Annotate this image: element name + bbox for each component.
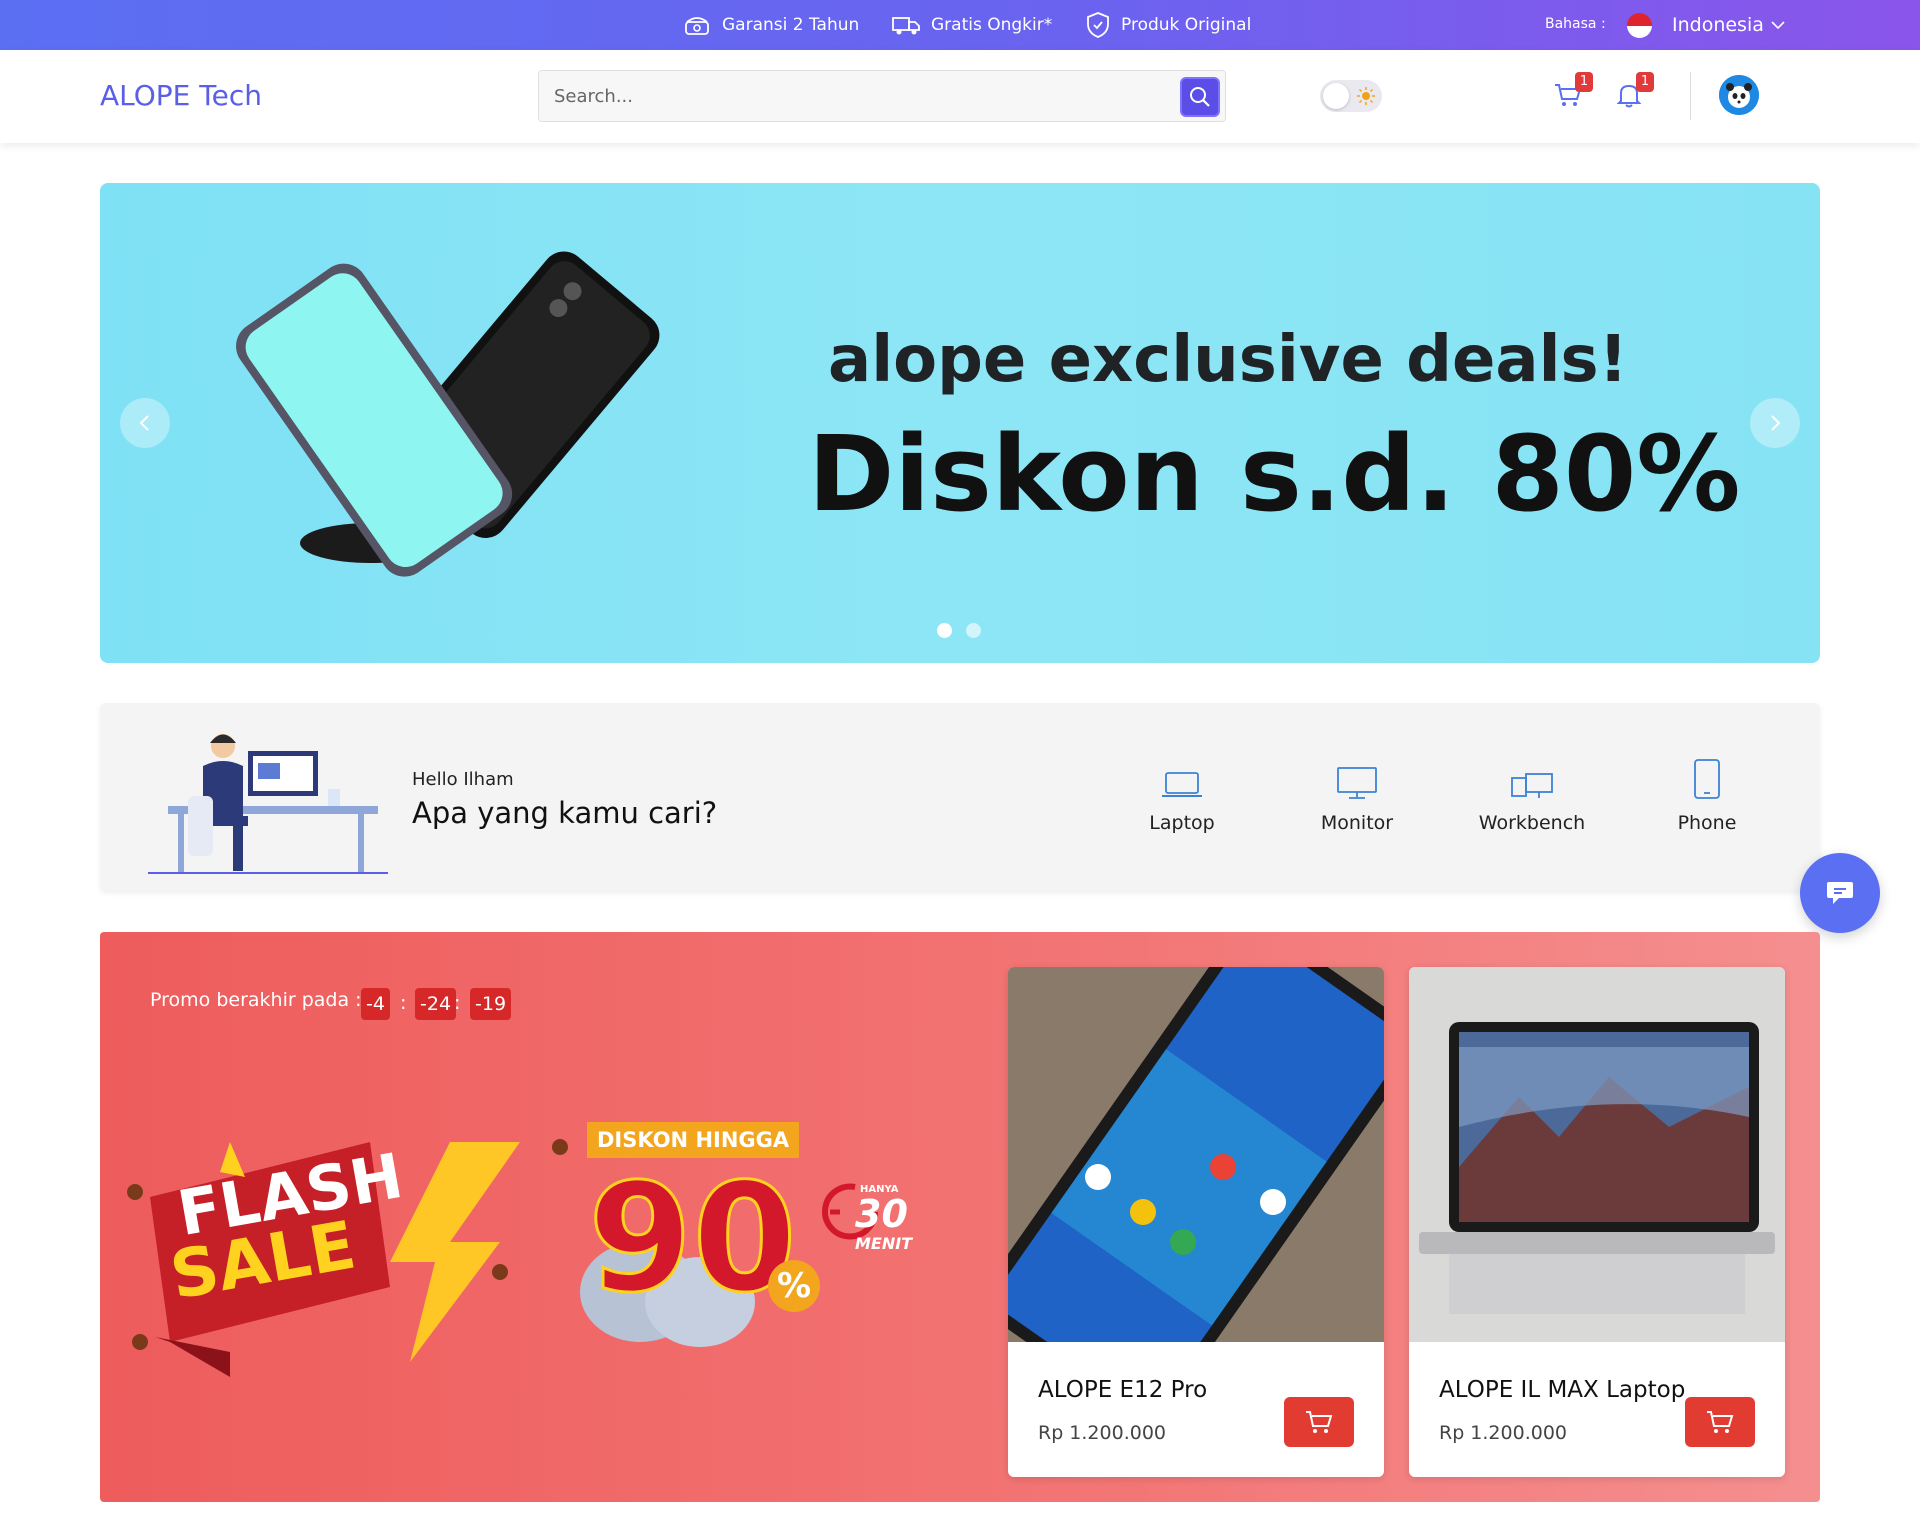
- language-selector[interactable]: Indonesia: [1672, 14, 1764, 36]
- indonesia-flag-icon: [1627, 13, 1652, 38]
- chevron-down-icon[interactable]: [1770, 17, 1786, 33]
- notification-badge: 1: [1636, 72, 1654, 92]
- category-workbench[interactable]: Workbench: [1462, 758, 1602, 834]
- feature-shipping: Gratis Ongkir*: [891, 0, 1052, 50]
- greeting-text: Hello Ilham: [412, 769, 514, 790]
- workbench-icon: [1511, 773, 1553, 798]
- promo-end-label: Promo berakhir pada :: [150, 989, 362, 1011]
- search-button[interactable]: [1180, 77, 1220, 117]
- countdown-separator: :: [454, 992, 461, 1014]
- cart-icon: [1707, 1411, 1734, 1433]
- category-label: Monitor: [1320, 812, 1394, 834]
- category-label: Workbench: [1478, 812, 1586, 834]
- feature-warranty-label: Garansi 2 Tahun: [722, 15, 860, 35]
- laptop-photo: [1409, 967, 1785, 1342]
- search-icon: [1190, 87, 1210, 107]
- chevron-left-icon: [139, 415, 149, 431]
- discount-percent: %: [776, 1266, 812, 1306]
- phone-icon: [1694, 759, 1720, 799]
- product-price: Rp 1.200.000: [1038, 1422, 1166, 1444]
- banner-prev-button[interactable]: [120, 398, 170, 448]
- discount-value: 90: [587, 1151, 799, 1328]
- toggle-knob: [1323, 83, 1349, 109]
- countdown-hours: -4: [361, 988, 390, 1020]
- warranty-icon: [685, 17, 709, 35]
- cart-badge: 1: [1575, 72, 1593, 92]
- laptop-icon: [1162, 772, 1202, 797]
- panda-avatar-icon: [1719, 75, 1759, 115]
- category-section: Hello Ilham Apa yang kamu cari? Laptop M…: [100, 703, 1820, 891]
- feature-warranty: Garansi 2 Tahun: [682, 0, 859, 50]
- product-image[interactable]: [1409, 967, 1785, 1342]
- category-phone[interactable]: Phone: [1637, 758, 1777, 834]
- smartphone-photo: [1008, 967, 1384, 1342]
- cart-icon: [1306, 1411, 1333, 1433]
- theme-toggle[interactable]: [1320, 80, 1382, 112]
- avatar[interactable]: [1719, 75, 1759, 115]
- banner-discount: Diskon s.d. 80%: [808, 413, 1741, 535]
- chat-button[interactable]: [1800, 853, 1880, 933]
- flash-sale-section: Promo berakhir pada : -4 : -24 : -19 FLA…: [100, 932, 1820, 1502]
- add-to-cart-button[interactable]: [1685, 1397, 1755, 1447]
- shield-icon: [1087, 12, 1109, 38]
- category-label: Phone: [1677, 812, 1737, 834]
- product-card[interactable]: ALOPE E12 Pro Rp 1.200.000: [1008, 967, 1384, 1477]
- banner-next-button[interactable]: [1750, 398, 1800, 448]
- feature-shipping-label: Gratis Ongkir*: [931, 15, 1053, 35]
- notification-button[interactable]: 1: [1614, 72, 1654, 114]
- carousel-indicators: [937, 623, 981, 638]
- chat-icon: [1827, 882, 1853, 904]
- category-label: Laptop: [1149, 812, 1215, 834]
- brand-logo[interactable]: ALOPE Tech: [100, 79, 262, 112]
- countdown-seconds: -19: [470, 988, 512, 1020]
- feature-original-label: Produk Original: [1121, 15, 1252, 35]
- countdown-minutes: -24: [415, 988, 457, 1020]
- cart-button[interactable]: 1: [1553, 72, 1593, 114]
- product-name[interactable]: ALOPE E12 Pro: [1038, 1377, 1207, 1403]
- feature-original: Produk Original: [1085, 0, 1251, 50]
- header: ALOPE Tech 1 1: [0, 50, 1920, 143]
- product-card[interactable]: ALOPE IL MAX Laptop Rp 1.200.000: [1409, 967, 1785, 1477]
- timer-unit: MENIT: [855, 1234, 913, 1253]
- banner-headline: alope exclusive deals!: [828, 323, 1628, 397]
- top-bar: Garansi 2 Tahun Gratis Ongkir* Produk Or…: [0, 0, 1920, 50]
- carousel-dot[interactable]: [966, 623, 981, 638]
- timer-value: 30: [855, 1192, 908, 1236]
- sun-icon: [1357, 87, 1375, 105]
- carousel-dot[interactable]: [937, 623, 952, 638]
- chevron-right-icon: [1771, 415, 1781, 431]
- language-label: Bahasa :: [1545, 16, 1606, 32]
- search-input[interactable]: [539, 71, 1169, 121]
- product-image[interactable]: [1008, 967, 1384, 1342]
- header-divider: [1690, 72, 1691, 120]
- add-to-cart-button[interactable]: [1284, 1397, 1354, 1447]
- discount-percent-badge: %: [768, 1260, 820, 1312]
- search-bar: [538, 70, 1226, 122]
- phone-illustration: [236, 251, 660, 577]
- countdown-separator: :: [400, 992, 407, 1014]
- category-monitor[interactable]: Monitor: [1287, 758, 1427, 834]
- truck-icon: [892, 17, 920, 35]
- desk-illustration: [148, 734, 388, 874]
- search-prompt: Apa yang kamu cari?: [412, 796, 718, 830]
- category-laptop[interactable]: Laptop: [1112, 758, 1252, 834]
- hero-banner[interactable]: alope exclusive deals! Diskon s.d. 80%: [100, 183, 1820, 663]
- product-price: Rp 1.200.000: [1439, 1422, 1567, 1444]
- monitor-icon: [1337, 767, 1377, 799]
- product-name[interactable]: ALOPE IL MAX Laptop: [1439, 1377, 1685, 1403]
